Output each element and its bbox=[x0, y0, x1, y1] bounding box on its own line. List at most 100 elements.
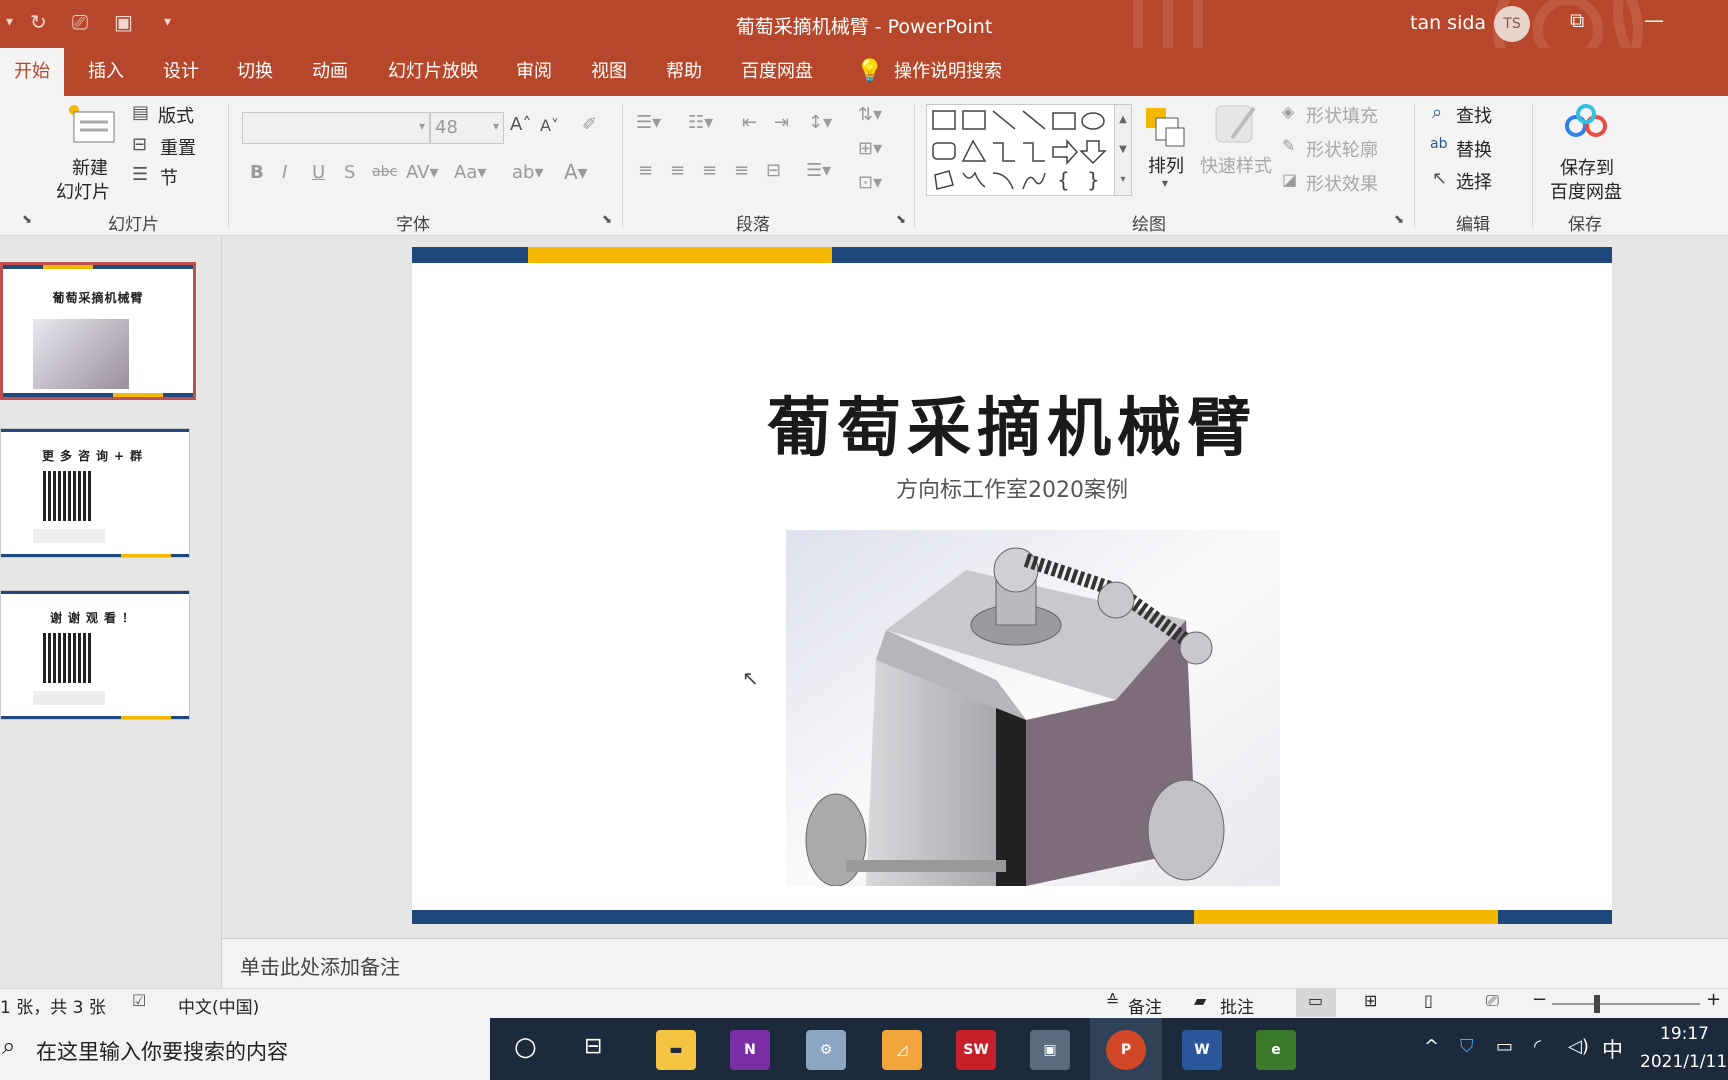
slide-title[interactable]: 葡萄采摘机械臂 bbox=[412, 377, 1612, 469]
notes-pane[interactable]: 单击此处添加备注 bbox=[222, 938, 1728, 988]
tab-transitions[interactable]: 切换 bbox=[237, 48, 273, 96]
tab-view[interactable]: 视图 bbox=[591, 48, 627, 96]
font-name-box[interactable]: ▾ bbox=[242, 112, 430, 144]
columns-icon[interactable]: ☰▾ bbox=[806, 160, 831, 181]
shadow-icon[interactable]: S bbox=[344, 162, 355, 183]
slide-thumbnail[interactable]: 更多咨询+群 bbox=[0, 428, 190, 558]
edrawings-icon[interactable]: e bbox=[1256, 1030, 1296, 1070]
comments-button[interactable]: 批注 bbox=[1220, 993, 1254, 1018]
reading-view-icon[interactable]: ▯ bbox=[1424, 991, 1433, 1010]
language-status[interactable]: 中文(中国) bbox=[178, 993, 259, 1018]
notes-placeholder[interactable]: 单击此处添加备注 bbox=[240, 951, 400, 980]
layout-button[interactable]: 版式 bbox=[158, 102, 194, 128]
slide-thumbnail[interactable]: 葡萄采摘机械臂 bbox=[0, 262, 196, 400]
align-right-icon[interactable]: ≡ bbox=[702, 160, 717, 181]
battery-icon[interactable]: ▭ bbox=[1496, 1036, 1513, 1057]
ribbon-display-options-icon[interactable]: ⧉ bbox=[1570, 8, 1584, 32]
zoom-slider[interactable] bbox=[1552, 1003, 1700, 1005]
justify-icon[interactable]: ≡ bbox=[734, 160, 749, 181]
tab-baidu-netdisk[interactable]: 百度网盘 bbox=[741, 48, 813, 96]
bullets-icon[interactable]: ☰▾ bbox=[636, 112, 661, 133]
shape-outline-button[interactable]: 形状轮廓 bbox=[1306, 136, 1378, 162]
highlight-icon[interactable]: ab▾ bbox=[512, 162, 544, 183]
underline-icon[interactable]: U bbox=[312, 162, 325, 183]
increase-indent-icon[interactable]: ⇥ bbox=[774, 112, 789, 133]
show-hidden-icons-icon[interactable]: ^ bbox=[1424, 1036, 1439, 1057]
slide-sorter-icon[interactable]: ⊞ bbox=[1364, 991, 1377, 1010]
slide-thumbnail[interactable]: 谢谢观看！ bbox=[0, 590, 190, 720]
align-left-icon[interactable]: ≡ bbox=[638, 160, 653, 181]
clock-date[interactable]: 2021/1/11 bbox=[1640, 1052, 1728, 1072]
slide-canvas[interactable]: 葡萄采摘机械臂 方向标工作室2020案例 bbox=[412, 247, 1612, 924]
wifi-icon[interactable]: ◜ bbox=[1534, 1036, 1541, 1057]
align-text-icon[interactable]: ⊞▾ bbox=[858, 138, 882, 159]
word-icon[interactable]: W bbox=[1182, 1030, 1222, 1070]
save-to-baidu-label-2[interactable]: 百度网盘 bbox=[1550, 178, 1622, 204]
reset-button[interactable]: 重置 bbox=[160, 134, 196, 160]
font-color-icon[interactable]: A▾ bbox=[564, 160, 588, 184]
clock-time[interactable]: 19:17 bbox=[1660, 1024, 1709, 1044]
geometry-app-icon[interactable]: ◿ bbox=[882, 1030, 922, 1070]
character-spacing-icon[interactable]: AV▾ bbox=[406, 162, 439, 183]
bold-icon[interactable]: B bbox=[250, 162, 264, 183]
video-app-icon[interactable]: ▣ bbox=[1030, 1030, 1070, 1070]
font-size-box[interactable]: 48 ▾ bbox=[430, 112, 504, 144]
ime-indicator[interactable]: 中 bbox=[1602, 1034, 1623, 1064]
tab-insert[interactable]: 插入 bbox=[88, 48, 124, 96]
powerpoint-icon[interactable]: P bbox=[1106, 1030, 1146, 1070]
smartart-icon[interactable]: ⊡▾ bbox=[858, 172, 882, 193]
cortana-icon[interactable]: ○ bbox=[514, 1032, 537, 1062]
tab-slide-show[interactable]: 幻灯片放映 bbox=[388, 48, 478, 96]
slides-dialog-launcher-icon[interactable]: ⬊ bbox=[22, 212, 32, 226]
robot-arm-image[interactable] bbox=[786, 530, 1280, 886]
line-spacing-icon[interactable]: ↕▾ bbox=[808, 112, 832, 133]
volume-icon[interactable]: ◁) bbox=[1568, 1036, 1589, 1057]
increase-font-icon[interactable]: A˄ bbox=[510, 114, 531, 135]
numbering-icon[interactable]: ☷▾ bbox=[688, 112, 713, 133]
change-case-icon[interactable]: Aa▾ bbox=[454, 162, 486, 183]
quick-styles-button[interactable]: 快速样式 bbox=[1200, 152, 1272, 178]
tell-me-search[interactable]: 操作说明搜索 bbox=[894, 48, 1002, 96]
shape-fill-button[interactable]: 形状填充 bbox=[1306, 102, 1378, 128]
tab-home[interactable]: 开始 bbox=[0, 48, 64, 96]
task-view-icon[interactable]: ⊟ bbox=[584, 1034, 602, 1059]
zoom-slider-thumb[interactable] bbox=[1594, 995, 1600, 1013]
find-button[interactable]: 查找 bbox=[1456, 102, 1492, 128]
strikethrough-icon[interactable]: abc bbox=[372, 164, 397, 180]
avatar[interactable]: TS bbox=[1494, 6, 1530, 42]
file-explorer-icon[interactable]: ▬ bbox=[656, 1030, 696, 1070]
font-dialog-launcher-icon[interactable]: ⬊ bbox=[602, 212, 612, 226]
italic-icon[interactable]: I bbox=[282, 162, 287, 183]
section-button[interactable]: 节 bbox=[160, 164, 178, 190]
decrease-font-icon[interactable]: A˅ bbox=[540, 116, 559, 135]
solidworks-icon[interactable]: SW bbox=[956, 1030, 996, 1070]
replace-button[interactable]: 替换 bbox=[1456, 136, 1492, 162]
shapes-gallery-scroll[interactable]: ▲ ▼ ▾ bbox=[1114, 104, 1132, 196]
zoom-in-icon[interactable]: + bbox=[1706, 989, 1721, 1010]
save-to-baidu-label-1[interactable]: 保存到 bbox=[1560, 154, 1614, 180]
taskbar-search[interactable]: ⌕ 在这里输入你要搜索的内容 bbox=[0, 1018, 490, 1080]
clear-formatting-icon[interactable]: ✐ bbox=[582, 114, 597, 135]
paragraph-dialog-launcher-icon[interactable]: ⬊ bbox=[896, 212, 906, 226]
user-name[interactable]: tan sida bbox=[1410, 12, 1486, 34]
text-direction-icon[interactable]: ⇅▾ bbox=[858, 104, 882, 125]
notes-button[interactable]: 备注 bbox=[1128, 993, 1162, 1018]
shapes-gallery[interactable]: { } bbox=[926, 104, 1130, 196]
distributed-icon[interactable]: ⊟ bbox=[766, 160, 781, 181]
tab-animations[interactable]: 动画 bbox=[312, 48, 348, 96]
app-icon[interactable]: ⚙ bbox=[806, 1030, 846, 1070]
arrange-button[interactable]: 排列 bbox=[1148, 152, 1184, 178]
normal-view-button[interactable]: ▭ bbox=[1296, 989, 1336, 1017]
slide-subtitle[interactable]: 方向标工作室2020案例 bbox=[412, 472, 1612, 504]
spelling-check-icon[interactable]: ☑ bbox=[132, 991, 146, 1010]
tab-help[interactable]: 帮助 bbox=[666, 48, 702, 96]
decrease-indent-icon[interactable]: ⇤ bbox=[742, 112, 757, 133]
minimize-icon[interactable]: — bbox=[1644, 8, 1664, 32]
zoom-out-icon[interactable]: − bbox=[1532, 989, 1547, 1010]
tab-review[interactable]: 审阅 bbox=[516, 48, 552, 96]
onenote-icon[interactable]: N bbox=[730, 1030, 770, 1070]
drawing-dialog-launcher-icon[interactable]: ⬊ bbox=[1394, 212, 1404, 226]
arrange-dropdown-icon[interactable]: ▾ bbox=[1162, 176, 1168, 190]
select-button[interactable]: 选择 bbox=[1456, 168, 1492, 194]
tab-design[interactable]: 设计 bbox=[163, 48, 199, 96]
